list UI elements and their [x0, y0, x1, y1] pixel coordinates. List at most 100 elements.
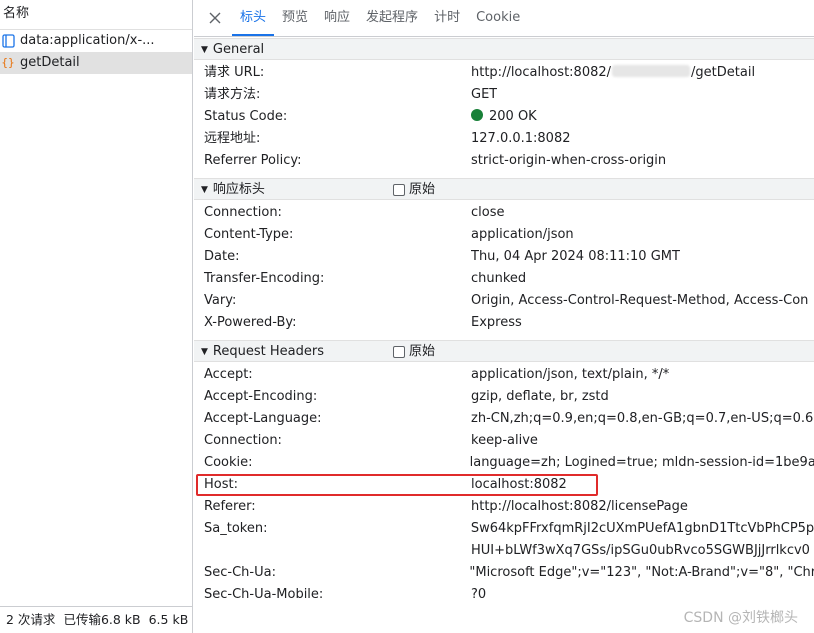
header-row: Sec-Ch-Ua: "Microsoft Edge";v="123", "Not…: [194, 562, 814, 584]
request-header-rows: Accept: application/json, text/plain, */*…: [194, 362, 814, 612]
triangle-down-icon: ▼: [201, 185, 208, 195]
raw-label: 原始: [409, 182, 436, 197]
header-value: gzip, deflate, br, zstd: [471, 389, 609, 404]
header-row: Vary: Origin, Access-Control-Request-Meth…: [194, 290, 814, 312]
raw-checkbox[interactable]: [393, 184, 405, 196]
header-key: X-Powered-By:: [204, 315, 297, 330]
header-key: Cookie:: [204, 455, 253, 470]
request-details-panel: 标头 预览 响应 发起程序 计时 Cookie ▼ General 请求 URL:…: [194, 0, 814, 633]
header-value: strict-origin-when-cross-origin: [471, 153, 667, 168]
header-value: Thu, 04 Apr 2024 08:11:10 GMT: [471, 249, 680, 264]
request-row-data[interactable]: data:application/x-...: [0, 30, 192, 52]
raw-toggle[interactable]: 原始: [393, 179, 435, 201]
header-row: Date: Thu, 04 Apr 2024 08:11:10 GMT: [194, 246, 814, 268]
resources-size: 6.5 kB: [148, 612, 189, 627]
header-key: Referrer Policy:: [204, 153, 302, 168]
request-count: 2 次请求: [6, 612, 56, 627]
header-value: keep-alive: [471, 433, 538, 448]
header-key: Date:: [204, 249, 240, 264]
header-key: 请求 URL:: [204, 65, 265, 80]
header-key: 请求方法:: [204, 87, 261, 102]
header-value: Origin, Access-Control-Request-Method, A…: [471, 293, 809, 308]
section-title: 响应标头: [212, 182, 265, 197]
header-value: localhost:8082: [471, 477, 567, 492]
tab-preview[interactable]: 预览: [274, 0, 316, 36]
document-icon: [0, 33, 16, 49]
header-key: Connection:: [204, 433, 282, 448]
tab-headers[interactable]: 标头: [232, 0, 275, 36]
header-row: Connection: close: [194, 202, 814, 224]
tab-initiator[interactable]: 发起程序: [358, 0, 426, 36]
header-key: Host:: [204, 477, 238, 492]
raw-toggle[interactable]: 原始: [393, 341, 435, 363]
tab-timing[interactable]: 计时: [426, 0, 468, 36]
request-headers-section-header[interactable]: ▼ Request Headers 原始: [194, 340, 814, 362]
header-value: chunked: [471, 271, 527, 286]
header-row: Connection: keep-alive: [194, 430, 814, 452]
header-value: "Microsoft Edge";v="123", "Not:A-Brand";…: [469, 565, 814, 580]
header-row: Referrer Policy: strict-origin-when-cros…: [194, 150, 814, 172]
request-row-getdetail[interactable]: {} getDetail: [0, 52, 192, 74]
raw-label: 原始: [409, 344, 436, 359]
header-value: http://localhost:8082//getDetail: [471, 65, 756, 80]
header-key: Sec-Ch-Ua:: [204, 565, 276, 580]
triangle-down-icon: ▼: [201, 347, 208, 357]
request-name: getDetail: [20, 55, 80, 70]
request-name: data:application/x-...: [20, 33, 155, 48]
header-row: Accept-Language: zh-CN,zh;q=0.9,en;q=0.8,…: [194, 408, 814, 430]
header-value: 200 OK: [471, 106, 537, 128]
header-row-host-highlighted: Host: localhost:8082: [194, 474, 814, 496]
header-value: application/json: [471, 227, 574, 242]
header-value: Sw64kpFFrxfqmRjI2cUXmPUefA1gbnD1TtcVbPhC…: [470, 521, 814, 536]
transferred-size: 已传输6.8 kB: [63, 612, 141, 627]
header-key: Status Code:: [204, 109, 288, 124]
header-key: [194, 540, 471, 562]
header-row: Transfer-Encoding: chunked: [194, 268, 814, 290]
header-row: Sa_token: Sw64kpFFrxfqmRjI2cUXmPUefA1gbnD…: [194, 518, 814, 540]
header-row: Status Code: 200 OK: [194, 106, 814, 128]
header-value: 127.0.0.1:8082: [471, 131, 571, 146]
general-rows: 请求 URL: http://localhost:8082//getDetail…: [194, 60, 814, 178]
redacted-segment: [612, 65, 691, 77]
response-headers-section-header[interactable]: ▼ 响应标头 原始: [194, 178, 814, 200]
name-column-header[interactable]: 名称: [0, 0, 192, 30]
tab-cookies[interactable]: Cookie: [468, 0, 528, 36]
response-header-rows: Connection: close Content-Type: applicatio…: [194, 200, 814, 340]
header-row: Referer: http://localhost:8082/licensePag…: [194, 496, 814, 518]
tab-response[interactable]: 响应: [316, 0, 358, 36]
raw-checkbox[interactable]: [393, 346, 405, 358]
header-row: Accept-Encoding: gzip, deflate, br, zstd: [194, 386, 814, 408]
close-icon[interactable]: [204, 0, 226, 36]
watermark: CSDN @刘铁榔头: [683, 610, 798, 626]
header-key: Content-Type:: [204, 227, 294, 242]
header-row: Cookie: language=zh; Logined=true; mldn-s…: [194, 452, 814, 474]
header-row: X-Powered-By: Express: [194, 312, 814, 334]
general-section-header[interactable]: ▼ General: [194, 38, 814, 60]
header-key: Referer:: [204, 499, 256, 514]
header-value: close: [471, 205, 505, 220]
header-value: application/json, text/plain, */*: [471, 367, 670, 382]
header-key: Accept-Encoding:: [204, 389, 318, 404]
header-value: HUI+bLWf3wXq7GSs/ipSGu0ubRvco5SGWBJjJrrl…: [471, 543, 810, 558]
header-value: ?0: [471, 587, 487, 602]
header-row: 远程地址: 127.0.0.1:8082: [194, 128, 814, 150]
header-key: Vary:: [204, 293, 237, 308]
header-key: Transfer-Encoding:: [204, 271, 325, 286]
header-key: Connection:: [204, 205, 282, 220]
details-tabbar: 标头 预览 响应 发起程序 计时 Cookie: [194, 0, 814, 37]
header-row: Accept: application/json, text/plain, */*: [194, 364, 814, 386]
header-row: Content-Type: application/json: [194, 224, 814, 246]
header-key: Sec-Ch-Ua-Mobile:: [204, 587, 324, 602]
header-key: 远程地址:: [204, 131, 261, 146]
header-row-continuation: HUI+bLWf3wXq7GSs/ipSGu0ubRvco5SGWBJjJrrl…: [194, 540, 814, 562]
header-value: Express: [471, 315, 522, 330]
braces-icon: {}: [1, 56, 15, 69]
header-value: http://localhost:8082/licensePage: [471, 499, 688, 514]
header-value: GET: [471, 87, 498, 102]
header-row: 请求 URL: http://localhost:8082//getDetail: [194, 62, 814, 84]
header-key: Accept:: [204, 367, 253, 382]
header-row: 请求方法: GET: [194, 84, 814, 106]
header-key: Sa_token:: [204, 521, 268, 536]
section-title: General: [212, 42, 265, 57]
triangle-down-icon: ▼: [201, 45, 208, 55]
